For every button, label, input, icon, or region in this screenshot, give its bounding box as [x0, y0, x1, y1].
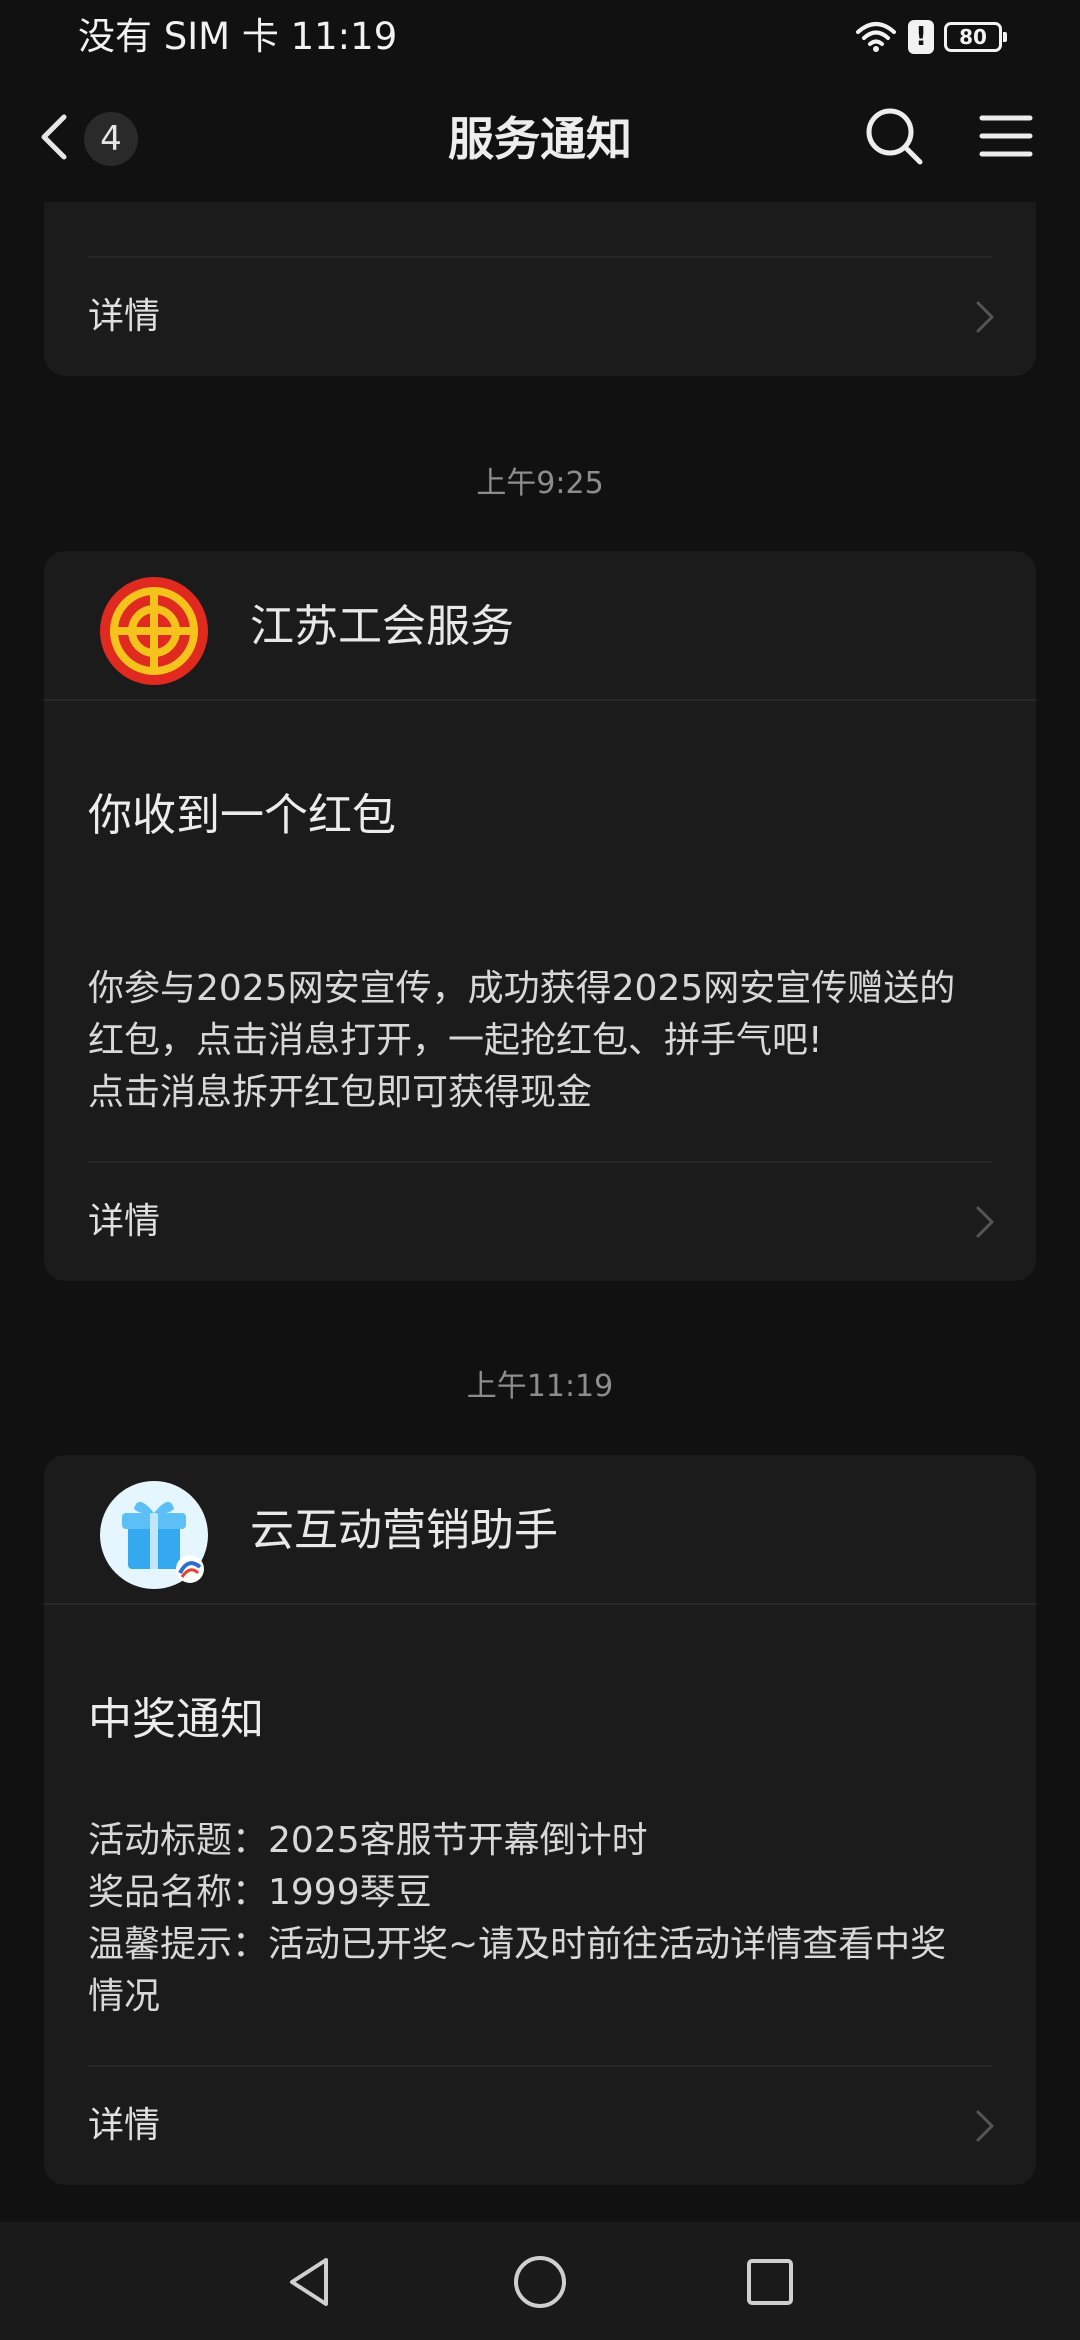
- system-home-button[interactable]: [510, 2252, 570, 2312]
- body-line: 温馨提示：活动已开奖~请及时前往活动详情查看中奖: [88, 1924, 947, 1965]
- chevron-right-icon: [974, 1204, 996, 1240]
- menu-button[interactable]: [976, 106, 1036, 166]
- detail-label: 详情: [88, 296, 161, 337]
- message-list[interactable]: 详情 上午9:25 江苏工会服务 你收到一个红包 你参与2025网安宣传，成功获…: [0, 202, 1080, 2222]
- message-timestamp: 上午9:25: [476, 466, 604, 501]
- detail-row[interactable]: 详情: [44, 1163, 1036, 1281]
- body-line: 活动标题：2025客服节开幕倒计时: [88, 1820, 648, 1861]
- body-line: 奖品名称：1999琴豆: [88, 1872, 432, 1913]
- carrier-time: 没有 SIM 卡 11:19: [78, 15, 398, 58]
- detail-row[interactable]: 详情: [44, 258, 1036, 376]
- sender-name: 江苏工会服务: [250, 601, 514, 652]
- message-card-union[interactable]: 江苏工会服务 你收到一个红包 你参与2025网安宣传，成功获得2025网安宣传赠…: [44, 551, 1036, 1281]
- alert-icon: !: [908, 20, 934, 54]
- battery-icon: 80: [944, 22, 1007, 52]
- message-body: 你参与2025网安宣传，成功获得2025网安宣传赠送的 红包，点击消息打开，一起…: [88, 963, 1028, 1119]
- card-header[interactable]: 云互动营销助手: [44, 1455, 1036, 1605]
- recents-square-icon: [740, 2259, 800, 2316]
- home-circle-icon: [510, 2256, 570, 2316]
- message-body: 活动标题：2025客服节开幕倒计时 奖品名称：1999琴豆 温馨提示：活动已开奖…: [88, 1815, 1028, 2023]
- chevron-right-icon: [974, 2108, 996, 2144]
- wifi-icon: [854, 18, 898, 56]
- body-line: 情况: [88, 1976, 161, 2017]
- search-icon: [862, 108, 928, 174]
- message-card-marketing[interactable]: 云互动营销助手 中奖通知 活动标题：2025客服节开幕倒计时 奖品名称：1999…: [44, 1455, 1036, 2185]
- system-back-button[interactable]: [280, 2252, 340, 2312]
- trade-union-emblem-icon: [100, 577, 208, 685]
- search-button[interactable]: [862, 104, 928, 170]
- sender-name: 云互动营销助手: [250, 1505, 558, 1556]
- nav-bar: 4 服务通知: [0, 74, 1080, 202]
- message-card-previous[interactable]: 详情: [44, 202, 1036, 376]
- detail-label: 详情: [88, 2105, 161, 2146]
- system-nav-bar: [0, 2222, 1080, 2340]
- menu-icon: [976, 115, 1036, 170]
- detail-label: 详情: [88, 1201, 161, 1242]
- message-timestamp: 上午11:19: [466, 1369, 614, 1404]
- detail-row[interactable]: 详情: [44, 2067, 1036, 2185]
- system-recents-button[interactable]: [740, 2252, 800, 2312]
- card-header[interactable]: 江苏工会服务: [44, 551, 1036, 701]
- back-triangle-icon: [280, 2258, 340, 2316]
- gift-box-icon: [100, 1481, 208, 1589]
- body-line: 红包，点击消息打开，一起抢红包、拼手气吧!: [88, 1020, 823, 1061]
- body-line: 点击消息拆开红包即可获得现金: [88, 1072, 593, 1113]
- message-title: 中奖通知: [88, 1694, 264, 1745]
- body-line: 你参与2025网安宣传，成功获得2025网安宣传赠送的: [88, 968, 956, 1009]
- status-icons: ! 80: [854, 18, 1007, 56]
- chevron-right-icon: [974, 299, 996, 335]
- message-title: 你收到一个红包: [88, 790, 396, 841]
- status-bar: 没有 SIM 卡 11:19 ! 80: [0, 0, 1080, 74]
